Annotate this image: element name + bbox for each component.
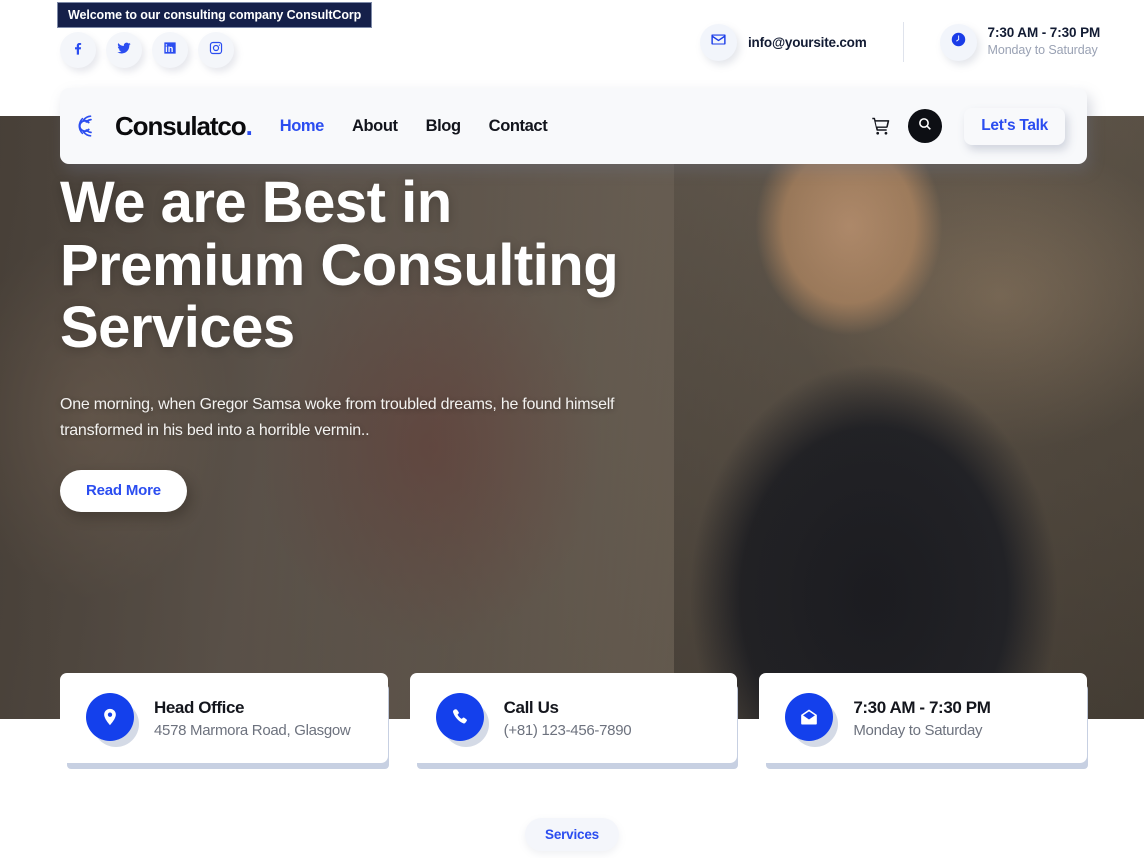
topbar-contact-info: info@yoursite.com 7:30 AM - 7:30 PM Mond… — [700, 22, 1100, 62]
card-text: Head Office 4578 Marmora Road, Glasgow — [154, 697, 351, 739]
nav-actions: Let's Talk — [870, 107, 1065, 145]
card-title: 7:30 AM - 7:30 PM — [853, 697, 991, 717]
card-subtitle: 4578 Marmora Road, Glasgow — [154, 721, 351, 739]
brand-dot: . — [245, 110, 253, 141]
card-text: Call Us (+81) 123-456-7890 — [504, 698, 632, 739]
consulatco-logo-icon — [78, 111, 108, 141]
page-root: Welcome to our consulting company Consul… — [0, 0, 1144, 858]
brand-name-text: Consulatco — [115, 110, 247, 141]
nav-link-home[interactable]: Home — [280, 117, 325, 136]
facebook-icon — [70, 40, 86, 61]
envelope-open-icon — [785, 693, 834, 741]
card-icon-wrap — [435, 693, 489, 747]
card-subtitle: Monday to Saturday — [853, 721, 983, 739]
linkedin-icon — [162, 40, 178, 61]
card-text: 7:30 AM - 7:30 PM Monday to Saturday — [853, 697, 991, 739]
social-link-facebook[interactable] — [60, 32, 96, 68]
hero-title-line-3: Services — [60, 295, 295, 361]
nav-link-blog[interactable]: Blog — [426, 117, 461, 136]
hero-title-line-2: Premium Consulting — [60, 232, 619, 298]
social-link-linkedin[interactable] — [152, 32, 188, 68]
read-more-button[interactable]: Read More — [60, 469, 187, 512]
brand-logo[interactable]: Consulatco. — [78, 110, 253, 142]
clock-icon-wrap — [939, 23, 977, 61]
clock-icon — [950, 31, 967, 53]
card-icon-wrap — [785, 693, 839, 747]
topbar-divider — [902, 22, 904, 62]
social-links — [60, 32, 234, 68]
social-link-twitter[interactable] — [106, 32, 142, 68]
cart-icon[interactable] — [870, 115, 892, 137]
email-text: info@yoursite.com — [748, 34, 867, 50]
card-title: Head Office — [154, 697, 245, 717]
lets-talk-button[interactable]: Let's Talk — [964, 107, 1065, 145]
card-title: Call Us — [503, 697, 559, 717]
instagram-icon — [208, 40, 224, 61]
services-pill[interactable]: Services — [525, 818, 619, 851]
main-navbar: Consulatco. Home About Blog Contact Let'… — [60, 88, 1087, 164]
nav-links: Home About Blog Contact — [280, 117, 548, 136]
hours-info: 7:30 AM - 7:30 PM Monday to Saturday — [939, 23, 1101, 61]
info-card-head-office[interactable]: Head Office 4578 Marmora Road, Glasgow — [60, 673, 388, 763]
card-icon-wrap — [86, 693, 139, 747]
twitter-icon — [116, 40, 132, 61]
info-cards: Head Office 4578 Marmora Road, Glasgow C… — [60, 673, 1088, 763]
email-info[interactable]: info@yoursite.com — [700, 23, 867, 61]
brand-name: Consulatco. — [115, 110, 253, 142]
hero-paragraph: One morning, when Gregor Samsa woke from… — [60, 395, 615, 439]
location-pin-icon — [86, 693, 134, 741]
welcome-banner-text: Welcome to our consulting company Consul… — [68, 8, 362, 22]
hours-main-text: 7:30 AM - 7:30 PM — [987, 25, 1101, 41]
welcome-banner: Welcome to our consulting company Consul… — [57, 2, 373, 28]
info-card-call-us[interactable]: Call Us (+81) 123-456-7890 — [409, 673, 738, 763]
card-subtitle: (+81) 123-456-7890 — [503, 721, 632, 739]
phone-icon — [435, 693, 484, 741]
social-link-instagram[interactable] — [198, 32, 234, 68]
search-icon — [917, 116, 933, 137]
nav-link-about[interactable]: About — [352, 117, 398, 136]
envelope-icon-wrap — [700, 23, 737, 61]
hero-title: We are Best in Premium Consulting Servic… — [60, 170, 680, 361]
search-button[interactable] — [908, 109, 943, 143]
nav-link-contact[interactable]: Contact — [489, 117, 548, 136]
hero-title-line-1: We are Best in — [60, 170, 452, 235]
info-card-hours[interactable]: 7:30 AM - 7:30 PM Monday to Saturday — [759, 673, 1088, 763]
envelope-icon — [710, 31, 727, 53]
hours-sub-text: Monday to Saturday — [987, 43, 1098, 57]
hero-content: We are We are Best in Premium Consulting… — [60, 131, 680, 512]
